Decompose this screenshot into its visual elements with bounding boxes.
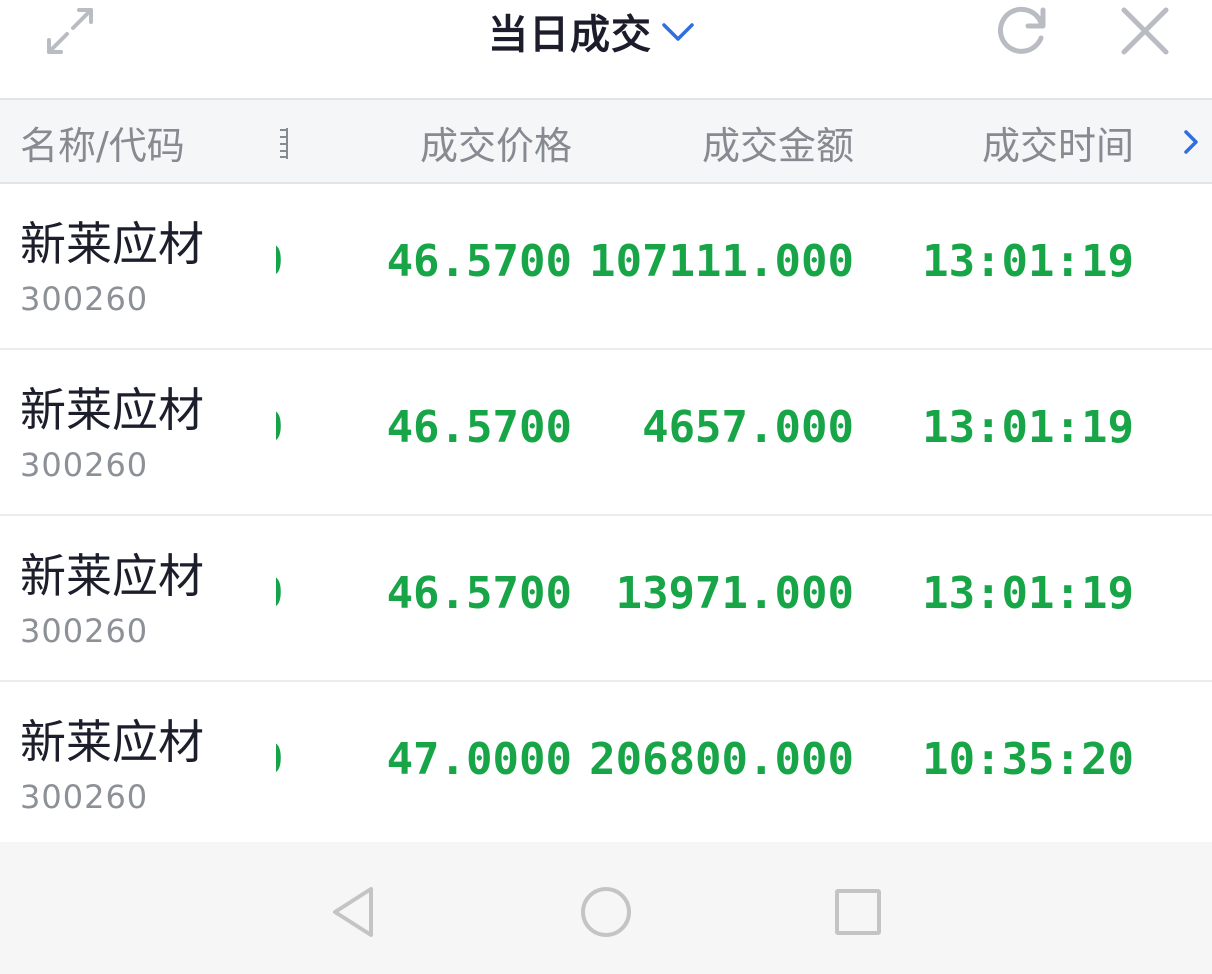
home-circle-icon — [581, 887, 631, 937]
trade-price: 46.5700 — [386, 402, 572, 453]
header-amount[interactable]: 成交金额 — [702, 100, 854, 184]
refresh-button[interactable] — [990, 0, 1054, 62]
partial-value: 0 — [276, 738, 292, 778]
stock-code: 300260 — [20, 612, 149, 650]
trade-amount: 206800.000 — [589, 734, 854, 785]
nav-recent-button[interactable] — [828, 882, 888, 942]
recent-apps-square-icon — [835, 889, 881, 935]
trade-time: 13:01:19 — [922, 236, 1134, 287]
close-icon — [1121, 7, 1169, 55]
header-time[interactable]: 成交时间 — [982, 100, 1134, 184]
stock-code: 300260 — [20, 778, 149, 816]
table-row[interactable]: 新莱应材 300260 0 46.5700 13971.000 13:01:19 — [0, 516, 1212, 682]
nav-home-button[interactable] — [576, 882, 636, 942]
table-row[interactable]: 新莱应材 300260 0 47.0000 206800.000 10:35:2… — [0, 682, 1212, 848]
expand-button[interactable] — [40, 2, 100, 60]
stock-name: 新莱应材 — [20, 549, 204, 603]
page-title: 当日成交 — [488, 12, 652, 58]
header-name-code[interactable]: 名称/代码 — [20, 100, 185, 184]
stock-code: 300260 — [20, 446, 149, 484]
stock-code: 300260 — [20, 280, 149, 318]
chevron-right-icon[interactable] — [1180, 122, 1206, 162]
top-bar: 当日成交 — [0, 0, 1212, 98]
trade-price: 47.0000 — [386, 734, 572, 785]
back-triangle-icon — [333, 887, 373, 937]
trade-time: 13:01:19 — [922, 568, 1134, 619]
trade-time: 13:01:19 — [922, 402, 1134, 453]
table-row[interactable]: 新莱应材 300260 0 46.5700 4657.000 13:01:19 — [0, 350, 1212, 516]
trade-screen: 当日成交 名称/代码 成交价格 成交金额 成交时间 新莱应材 300260 46… — [0, 0, 1212, 974]
partial-value: 0 — [276, 406, 292, 446]
partial-value: 0 — [276, 572, 292, 612]
nav-back-button[interactable] — [324, 882, 384, 942]
trade-amount: 4657.000 — [642, 402, 854, 453]
stock-name: 新莱应材 — [20, 217, 204, 271]
system-nav-bar — [0, 842, 1212, 974]
header-price[interactable]: 成交价格 — [420, 100, 572, 184]
trade-price: 46.5700 — [386, 236, 572, 287]
stock-name: 新莱应材 — [20, 715, 204, 769]
chevron-down-icon — [660, 13, 696, 49]
trade-price: 46.5700 — [386, 568, 572, 619]
title-dropdown[interactable]: 当日成交 — [488, 4, 696, 58]
close-button[interactable] — [1114, 0, 1176, 62]
partial-value: 0 — [276, 240, 292, 280]
table-row[interactable]: 新莱应材 300260 0 46.5700 107111.000 13:01:1… — [0, 184, 1212, 350]
stock-name: 新莱应材 — [20, 383, 204, 437]
expand-arrows-icon — [47, 8, 93, 54]
table-header: 名称/代码 成交价格 成交金额 成交时间 — [0, 98, 1212, 184]
trade-amount: 13971.000 — [615, 568, 854, 619]
header-partial-column — [278, 126, 290, 160]
trade-time: 10:35:20 — [922, 734, 1134, 785]
refresh-icon — [998, 6, 1046, 54]
trade-amount: 107111.000 — [589, 236, 854, 287]
